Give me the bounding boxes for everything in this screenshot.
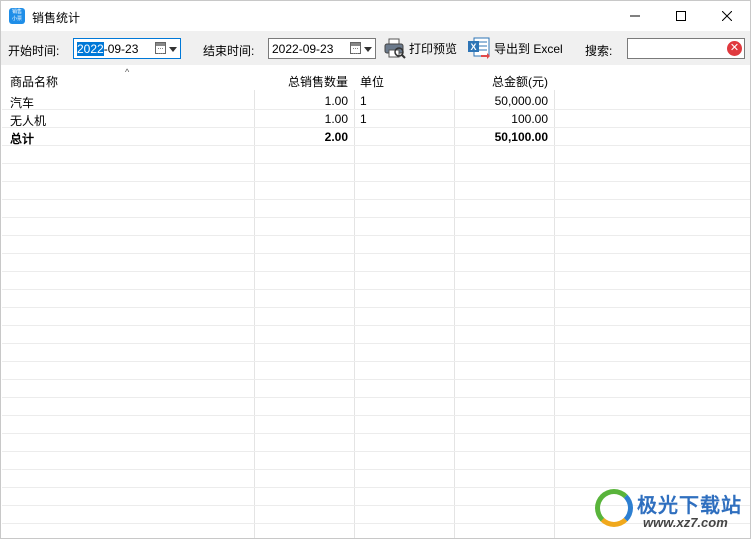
cell-unit: 1 <box>360 112 367 126</box>
app-icon-text: 销售 小票 <box>11 9 22 22</box>
maximize-icon <box>676 11 686 21</box>
start-date-picker[interactable]: 2022-09-23 <box>73 38 181 59</box>
table-row[interactable]: 无人机 1.00 1 100.00 <box>2 110 750 128</box>
chevron-down-icon[interactable] <box>364 47 372 52</box>
start-date-value[interactable]: 2022-09-23 <box>77 42 138 56</box>
chevron-down-icon[interactable] <box>169 47 177 52</box>
cell-amount: 50,000.00 <box>494 94 548 108</box>
header-total-quantity[interactable]: 总销售数量 <box>254 73 348 90</box>
empty-row <box>2 326 750 344</box>
export-excel-button[interactable]: X 导出到 Excel <box>467 35 563 61</box>
close-button[interactable] <box>704 1 750 31</box>
sales-table: ^ 商品名称 总销售数量 单位 总金额(元) 汽车 1.00 1 50,000.… <box>2 68 750 538</box>
header-total-amount[interactable]: 总金额(元) <box>454 73 548 90</box>
empty-row <box>2 182 750 200</box>
cell-total-amount: 50,100.00 <box>494 130 548 144</box>
start-date-year-selected: 2022 <box>77 42 104 56</box>
end-date-value[interactable]: 2022-09-23 <box>272 42 333 56</box>
watermark-url: www.xz7.com <box>643 515 728 530</box>
empty-row <box>2 470 750 488</box>
cell-quantity: 1.00 <box>324 94 348 108</box>
table-total-row[interactable]: 总计 2.00 50,100.00 <box>2 128 750 146</box>
watermark-title: 极光下载站 <box>637 495 742 517</box>
cell-product-name: 汽车 <box>10 96 35 110</box>
excel-icon: X <box>468 37 490 59</box>
empty-row <box>2 254 750 272</box>
search-input[interactable]: ✕ <box>627 38 745 59</box>
empty-row <box>2 272 750 290</box>
cell-amount: 100.00 <box>511 112 548 126</box>
minimize-icon <box>630 15 640 17</box>
sort-ascending-icon[interactable]: ^ <box>125 68 129 77</box>
watermark-swirl-icon <box>595 489 633 527</box>
cell-unit: 1 <box>360 94 367 108</box>
cell-product-name: 无人机 <box>10 114 47 128</box>
cell-total-quantity: 2.00 <box>324 130 348 144</box>
calendar-icon[interactable] <box>155 42 166 54</box>
empty-row <box>2 362 750 380</box>
empty-row <box>2 218 750 236</box>
search-label: 搜索: <box>585 44 613 58</box>
end-date-picker[interactable]: 2022-09-23 <box>268 38 376 59</box>
close-icon <box>722 11 732 21</box>
empty-row <box>2 308 750 326</box>
cell-quantity: 1.00 <box>324 112 348 126</box>
minimize-button[interactable] <box>612 1 658 31</box>
maximize-button[interactable] <box>658 1 704 31</box>
sales-stats-window: 销售 小票 销售统计 开始时间: 2022-09-23 结束时间: 2022-0… <box>0 0 751 539</box>
empty-row <box>2 236 750 254</box>
svg-text:X: X <box>471 42 477 52</box>
header-unit[interactable]: 单位 <box>360 73 384 90</box>
print-preview-label: 打印预览 <box>409 41 458 56</box>
printer-icon <box>384 38 406 59</box>
window-title: 销售统计 <box>32 11 81 25</box>
calendar-icon[interactable] <box>350 42 361 54</box>
table-header: ^ 商品名称 总销售数量 单位 总金额(元) <box>2 68 750 90</box>
table-row[interactable]: 汽车 1.00 1 50,000.00 <box>2 92 750 110</box>
empty-row <box>2 434 750 452</box>
empty-row <box>2 452 750 470</box>
empty-row <box>2 344 750 362</box>
empty-row <box>2 416 750 434</box>
empty-row <box>2 290 750 308</box>
empty-row <box>2 164 750 182</box>
watermark-logo: 极光下载站 www.xz7.com <box>595 489 745 533</box>
start-time-label: 开始时间: <box>8 44 60 58</box>
end-time-label: 结束时间: <box>203 44 255 58</box>
app-icon: 销售 小票 <box>9 8 25 24</box>
empty-row <box>2 398 750 416</box>
empty-row <box>2 380 750 398</box>
header-product-name[interactable]: 商品名称 <box>10 73 58 90</box>
export-excel-label: 导出到 Excel <box>494 41 563 56</box>
empty-row <box>2 146 750 164</box>
cell-total-label: 总计 <box>10 132 35 146</box>
title-bar[interactable]: 销售 小票 销售统计 <box>1 1 750 31</box>
clear-search-icon[interactable]: ✕ <box>727 41 742 56</box>
print-preview-button[interactable]: 打印预览 <box>384 35 457 61</box>
toolbar: 开始时间: 2022-09-23 结束时间: 2022-09-23 打印预览 X… <box>1 31 750 65</box>
start-date-rest: -09-23 <box>103 42 139 56</box>
empty-row <box>2 200 750 218</box>
